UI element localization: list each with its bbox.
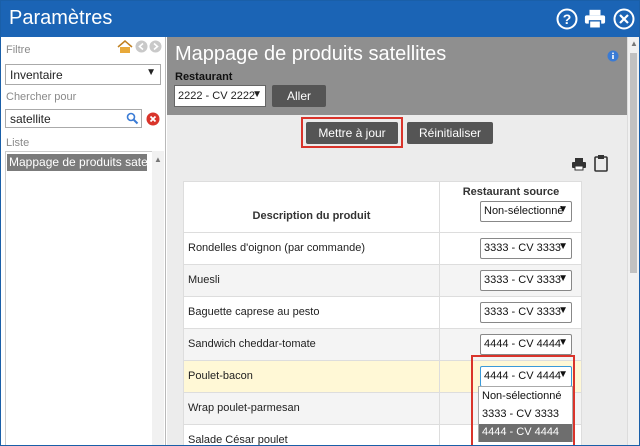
chevron-down-icon: ▼ — [558, 337, 568, 348]
restaurant-label: Restaurant — [175, 71, 233, 83]
column-divider — [439, 361, 440, 393]
column-divider — [439, 393, 440, 425]
page-header: Mappage de produits satellites Restauran… — [167, 37, 629, 115]
scroll-up-icon[interactable]: ▲ — [154, 155, 162, 164]
list-label: Liste — [6, 137, 30, 149]
chevron-down-icon: ▼ — [558, 273, 568, 284]
column-divider — [439, 233, 440, 265]
left-scrollbar[interactable]: ▲ — [152, 151, 164, 445]
scroll-up-icon[interactable]: ▲ — [630, 39, 638, 48]
filter-select[interactable]: Inventaire ▼ — [5, 64, 161, 85]
restaurant-select[interactable]: 2222 - CV 2222 ▼ — [174, 85, 266, 107]
main-scrollbar[interactable]: ▲ — [627, 37, 639, 445]
product-name: Wrap poulet-parmesan — [188, 402, 300, 414]
previous-icon[interactable] — [135, 40, 148, 53]
source-select[interactable]: 3333 - CV 3333 ▼ — [480, 238, 572, 259]
column-divider — [439, 265, 440, 297]
left-panel: Filtre Inventaire ▼ Chercher pour satell… — [1, 37, 166, 445]
product-name: Muesli — [188, 274, 220, 286]
page-title: Mappage de produits satellites — [175, 43, 447, 65]
product-name: Baguette caprese au pesto — [188, 306, 320, 318]
column-header-source-label: Restaurant source — [462, 186, 560, 198]
source-select-all[interactable]: Non-sélectionné ▼ — [480, 201, 572, 222]
reset-button[interactable]: Réinitialiser — [407, 122, 493, 144]
list-box: Mappage de produits satellite — [5, 151, 161, 445]
search-icon[interactable] — [126, 112, 139, 125]
main-panel: Mappage de produits satellites Restauran… — [167, 37, 639, 446]
annotation-highlight — [471, 355, 575, 445]
source-select[interactable]: 3333 - CV 3333 ▼ — [480, 270, 572, 291]
home-icon[interactable] — [117, 40, 133, 54]
product-name: Sandwich cheddar-tomate — [188, 338, 316, 350]
close-icon[interactable] — [613, 8, 635, 30]
chevron-down-icon: ▼ — [558, 241, 568, 252]
restaurant-select-value: 2222 - CV 2222 — [178, 90, 256, 102]
clear-search-icon[interactable] — [146, 112, 160, 126]
column-divider — [439, 297, 440, 329]
chevron-down-icon: ▼ — [146, 67, 156, 78]
search-input-value: satellite — [10, 112, 51, 126]
svg-text:?: ? — [563, 11, 572, 27]
title-bar: Paramètres ? — [1, 1, 639, 37]
print-icon[interactable] — [571, 157, 587, 171]
column-divider — [439, 182, 440, 232]
info-icon[interactable] — [607, 50, 619, 62]
source-select-all-value: Non-sélectionné — [484, 205, 564, 217]
table-row: Baguette caprese au pesto 3333 - CV 3333… — [184, 296, 581, 329]
column-divider — [439, 425, 440, 445]
source-select-value: 3333 - CV 3333 — [484, 306, 562, 318]
source-select[interactable]: 4444 - CV 4444 ▼ — [480, 334, 572, 355]
settings-window: Paramètres ? Filtre Inventaire ▼ Cherche… — [0, 0, 640, 446]
print-icon[interactable] — [584, 8, 606, 30]
search-input[interactable]: satellite — [5, 109, 142, 128]
source-select-value: 3333 - CV 3333 — [484, 242, 562, 254]
product-name: Poulet-bacon — [188, 370, 253, 382]
source-select[interactable]: 3333 - CV 3333 ▼ — [480, 302, 572, 323]
update-button[interactable]: Mettre à jour — [306, 122, 398, 144]
column-header-description: Description du produit — [252, 210, 371, 222]
next-icon[interactable] — [149, 40, 162, 53]
table-row: Muesli 3333 - CV 3333 ▼ — [184, 264, 581, 297]
source-select-value: 4444 - CV 4444 — [484, 338, 562, 350]
chevron-down-icon: ▼ — [558, 204, 568, 215]
chevron-down-icon: ▼ — [252, 89, 262, 100]
filter-select-value: Inventaire — [10, 68, 63, 82]
window-title: Paramètres — [9, 7, 113, 29]
clipboard-icon[interactable] — [594, 154, 608, 172]
product-name: Salade César poulet — [188, 434, 288, 446]
filter-label: Filtre — [6, 44, 31, 56]
scrollbar-thumb[interactable] — [630, 53, 637, 273]
chevron-down-icon: ▼ — [558, 305, 568, 316]
search-label: Chercher pour — [6, 91, 77, 103]
help-icon[interactable]: ? — [556, 8, 578, 30]
column-divider — [439, 329, 440, 361]
source-select-value: 3333 - CV 3333 — [484, 274, 562, 286]
go-button[interactable]: Aller — [272, 85, 326, 107]
list-item[interactable]: Mappage de produits satellite — [7, 154, 147, 171]
table-row: Rondelles d'oignon (par commande) 3333 -… — [184, 232, 581, 265]
product-name: Rondelles d'oignon (par commande) — [188, 242, 365, 254]
